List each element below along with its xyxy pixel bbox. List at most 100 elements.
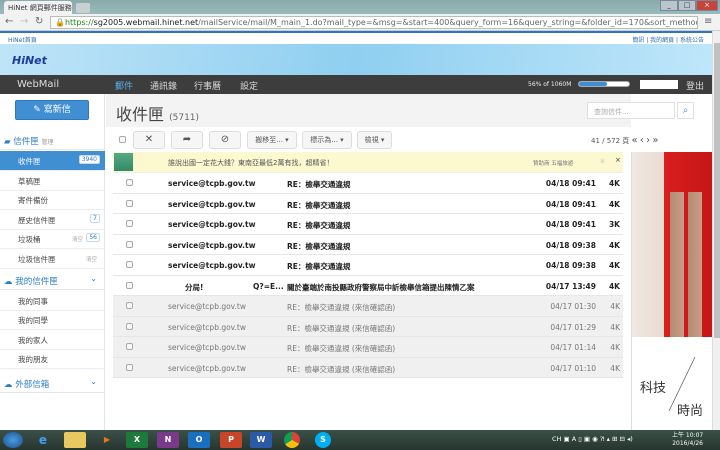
sidebar-item-family[interactable]: 我的家人 bbox=[0, 330, 105, 350]
mail-row[interactable]: service@tcpb.gov.tw RE：檢舉交通違規 (來信確認函) 04/1… bbox=[113, 316, 623, 337]
nav-calendar[interactable]: 行事曆 bbox=[194, 79, 221, 92]
reload-icon[interactable]: ↻ bbox=[35, 16, 43, 27]
sidebar-item-colleagues[interactable]: 我的同事 bbox=[0, 291, 105, 311]
compose-button[interactable]: ✎ 寫新信 bbox=[15, 100, 89, 120]
side-ad[interactable]: 科技 時尚 bbox=[631, 152, 712, 430]
minimize-button[interactable]: _ bbox=[660, 0, 678, 11]
chrome-icon[interactable] bbox=[284, 432, 300, 448]
language-indicator[interactable]: CH bbox=[552, 435, 561, 443]
move-to-dropdown[interactable]: 搬移至... ▾ bbox=[247, 131, 297, 149]
mail-row[interactable]: service@tcpb.gov.tw RE：檢舉交通違規 (來信確認函) 04/1… bbox=[113, 357, 623, 378]
empty-spam-link[interactable]: 清空 bbox=[86, 255, 97, 263]
subject[interactable]: RE：檢舉交通違規 (來信確認函) bbox=[287, 343, 557, 354]
sidebar-item-trash[interactable]: 垃圾桶 清空 56 bbox=[0, 229, 105, 249]
media-player-icon[interactable]: ▶ bbox=[96, 432, 118, 448]
row-checkbox[interactable] bbox=[126, 199, 133, 207]
word-icon[interactable]: W bbox=[250, 432, 272, 448]
folders-header[interactable]: ▰ 信件匣 管理 bbox=[0, 131, 105, 150]
nav-contacts[interactable]: 通訊錄 bbox=[150, 79, 177, 92]
page-scrollbar[interactable] bbox=[712, 31, 720, 430]
manage-link[interactable]: 管理 bbox=[41, 139, 53, 146]
subject[interactable]: RE：檢舉交通違規 bbox=[287, 241, 557, 252]
ad-row[interactable]: 誰說出國一定花大錢？東南亞最低2萬有找，超精省！ 贊助商 五福旅遊 ✳ × bbox=[113, 152, 623, 173]
nav-mail[interactable]: 郵件 bbox=[115, 79, 133, 92]
sidebar-item-spam[interactable]: 垃圾信件匣 清空 bbox=[0, 249, 105, 269]
clock[interactable]: 上午 10:07 2016/4/26 bbox=[672, 432, 703, 448]
empty-trash-link[interactable]: 清空 bbox=[72, 235, 83, 243]
hinet-home-link[interactable]: HiNet首頁 bbox=[8, 37, 37, 44]
view-dropdown[interactable]: 檢視 ▾ bbox=[357, 131, 392, 149]
search-input[interactable]: 查詢信件... bbox=[587, 102, 675, 119]
subject[interactable]: RE：檢舉交通違規 bbox=[287, 200, 557, 211]
url-input[interactable]: 🔒https://sg2005.webmail.hinet.net/mailSe… bbox=[50, 16, 698, 29]
start-button[interactable] bbox=[3, 432, 23, 448]
outlook-icon[interactable]: O bbox=[188, 432, 210, 448]
powerpoint-icon[interactable]: P bbox=[220, 432, 242, 448]
row-checkbox[interactable] bbox=[126, 363, 133, 371]
onenote-icon[interactable]: N bbox=[157, 432, 179, 448]
next-page-icon[interactable]: › bbox=[646, 135, 650, 146]
row-checkbox[interactable] bbox=[126, 240, 133, 248]
delete-button[interactable]: ✕ bbox=[133, 131, 165, 149]
mail-row[interactable]: service@tcpb.gov.tw RE：檢舉交通違規 04/18 09:41 4… bbox=[113, 194, 623, 214]
top-right-links[interactable]: 簡訊 | 我的網頁 | 系統公告 bbox=[632, 35, 704, 44]
nav-settings[interactable]: 設定 bbox=[240, 79, 258, 92]
sidebar-item-archive[interactable]: 歷史信件匣 7 bbox=[0, 210, 105, 230]
search-icon[interactable]: ⌕ bbox=[677, 102, 694, 119]
sidebar-item-friends[interactable]: 我的朋友 bbox=[0, 349, 105, 369]
subject[interactable]: RE：檢舉交通違規 bbox=[287, 220, 557, 231]
new-tab-button[interactable] bbox=[76, 3, 90, 13]
browser-tab[interactable]: HiNet 網頁郵件服務 × bbox=[4, 1, 72, 14]
explorer-icon[interactable] bbox=[64, 432, 86, 448]
mail-row[interactable]: service@tcpb.gov.tw RE：檢舉交通違規 04/18 09:38 4… bbox=[113, 235, 623, 255]
row-checkbox[interactable] bbox=[126, 302, 133, 309]
forward-button[interactable]: ➦ bbox=[171, 131, 203, 149]
row-checkbox[interactable] bbox=[126, 179, 133, 186]
subject[interactable]: RE：檢舉交通違規 (來信確認函) bbox=[287, 323, 557, 334]
subject[interactable]: RE：檢舉交通違規 bbox=[287, 261, 557, 272]
scrollbar-thumb[interactable] bbox=[714, 43, 720, 338]
maximize-button[interactable]: □ bbox=[678, 0, 696, 11]
subject[interactable]: RE：檢舉交通違規 (來信確認函) bbox=[287, 364, 557, 375]
back-icon[interactable]: ← bbox=[5, 16, 13, 27]
mail-row[interactable]: service@tcpb.gov.tw RE：檢舉交通違規 04/18 09:38 4… bbox=[113, 255, 623, 276]
mail-row[interactable]: service@tcpb.gov.tw RE：檢舉交通違規 (來信確認函) 04/1… bbox=[113, 337, 623, 358]
external-mailbox-header[interactable]: ☁ 外部信箱 ⌄ bbox=[0, 374, 105, 393]
ie-icon[interactable]: e bbox=[32, 432, 54, 448]
hinet-logo[interactable]: HiNet bbox=[12, 54, 47, 67]
close-window-button[interactable]: × bbox=[696, 0, 718, 11]
row-checkbox[interactable] bbox=[126, 261, 133, 268]
subject[interactable]: 關於臺端於南投縣政府警察局中訢檢舉信箱提出陳情乙案 bbox=[287, 282, 557, 293]
mail-row[interactable]: 分局! Q?=E... 關於臺端於南投縣政府警察局中訢檢舉信箱提出陳情乙案 04/17… bbox=[113, 276, 623, 296]
mail-row[interactable]: service@tcpb.gov.tw RE：檢舉交通違規 04/18 09:41 3… bbox=[113, 214, 623, 235]
row-checkbox[interactable] bbox=[126, 281, 133, 289]
forward-icon[interactable]: → bbox=[20, 16, 28, 27]
ad-line1: 科技 bbox=[640, 381, 667, 396]
row-checkbox[interactable] bbox=[126, 343, 133, 350]
last-page-icon[interactable]: » bbox=[652, 135, 658, 146]
first-page-icon[interactable]: « bbox=[632, 135, 638, 146]
subject[interactable]: RE：檢舉交通違規 (來信確認函) bbox=[287, 302, 557, 313]
mail-row[interactable]: service@tcpb.gov.tw RE：檢舉交通違規 (來信確認函) 04/1… bbox=[113, 296, 623, 317]
row-checkbox[interactable] bbox=[126, 322, 133, 330]
sidebar-item-drafts[interactable]: 草稿匣 bbox=[0, 171, 105, 191]
sidebar-item-sent[interactable]: 寄件備份 bbox=[0, 190, 105, 210]
sidebar-item-classmates[interactable]: 我的同學 bbox=[0, 310, 105, 330]
sidebar-item-inbox[interactable]: 收件匣 3940 bbox=[0, 151, 105, 171]
prev-page-icon[interactable]: ‹ bbox=[640, 135, 644, 146]
menu-icon[interactable]: ≡ bbox=[704, 16, 712, 27]
block-button[interactable]: ⊘ bbox=[209, 131, 241, 149]
chevron-down-icon[interactable]: ⌄ bbox=[90, 274, 97, 283]
subject[interactable]: RE：檢舉交通違規 bbox=[287, 179, 557, 190]
mail-row[interactable]: service@tcpb.gov.tw RE：檢舉交通違規 04/18 09:41 4… bbox=[113, 173, 623, 194]
ad-text[interactable]: 誰說出國一定花大錢？東南亞最低2萬有找，超精省！ bbox=[168, 158, 333, 168]
close-ad-icon[interactable]: × bbox=[615, 156, 621, 164]
chevron-down-icon[interactable]: ⌄ bbox=[90, 377, 97, 386]
excel-icon[interactable]: X bbox=[126, 432, 148, 448]
mark-as-dropdown[interactable]: 標示為... ▾ bbox=[302, 131, 352, 149]
row-checkbox[interactable] bbox=[126, 220, 133, 227]
my-folders-header[interactable]: ☁ 我的信件匣 ⌄ bbox=[0, 271, 105, 290]
skype-icon[interactable]: S bbox=[315, 432, 331, 448]
logout-link[interactable]: 登出 bbox=[686, 79, 704, 92]
select-all-checkbox[interactable] bbox=[119, 136, 126, 143]
